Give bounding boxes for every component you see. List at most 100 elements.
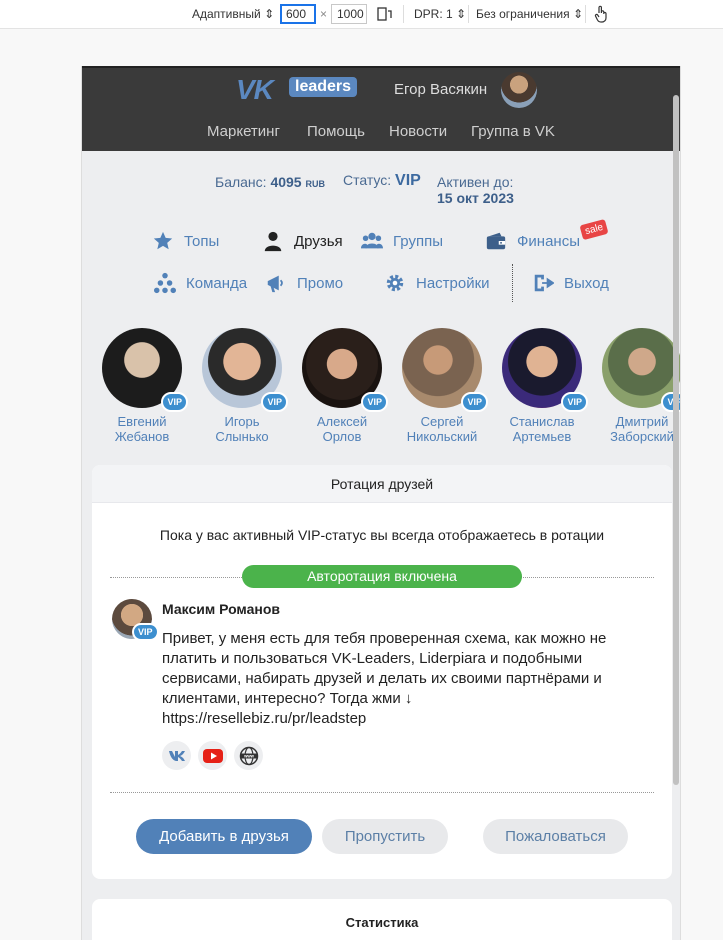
divider: [110, 792, 654, 793]
active-until: Активен до: 15 окт 2023: [437, 174, 514, 206]
menu-settings-label: Настройки: [416, 274, 490, 292]
friend-card[interactable]: VIP Евгений Жебанов: [92, 328, 192, 444]
width-input[interactable]: 600: [280, 4, 316, 24]
friend-avatar: VIP: [202, 328, 288, 412]
dpr-label: DPR: 1: [414, 7, 453, 21]
menu-tops-label: Топы: [184, 232, 220, 250]
wallet-icon: [486, 232, 506, 250]
touch-icon[interactable]: [594, 5, 608, 26]
active-label: Активен до:: [437, 174, 514, 190]
logo-badge[interactable]: leaders: [289, 77, 358, 97]
friend-card[interactable]: VIP Станислав Артемьев: [492, 328, 592, 444]
balance-label: Баланс:: [215, 174, 267, 190]
balance: Баланс: 4095 RUB: [215, 174, 325, 190]
menu-promo-label: Промо: [297, 274, 344, 292]
menu-logout[interactable]: Выход: [532, 272, 609, 294]
rotate-icon[interactable]: [377, 7, 393, 24]
friend-avatar: VIP: [602, 328, 680, 412]
nav-marketing[interactable]: Маркетинг: [207, 123, 280, 140]
menu-tops[interactable]: Топы: [152, 230, 219, 252]
device-select[interactable]: Адаптивный ⇕: [192, 7, 274, 21]
skip-button[interactable]: Пропустить: [322, 819, 448, 854]
menu-friends[interactable]: Друзья: [262, 230, 343, 252]
nav-help[interactable]: Помощь: [307, 123, 365, 140]
friend-name: Алексей Орлов: [316, 414, 368, 444]
rotation-title: Ротация друзей: [92, 465, 672, 503]
user-avatar[interactable]: [501, 72, 537, 108]
menu-groups[interactable]: Группы: [361, 230, 443, 252]
friend-avatar: VIP: [502, 328, 588, 412]
rotation-info: Пока у вас активный VIP-статус вы всегда…: [159, 527, 605, 543]
friend-card[interactable]: VIP Алексей Орлов: [292, 328, 392, 444]
balance-value: 4095: [270, 174, 302, 190]
height-input[interactable]: 1000: [331, 4, 367, 24]
vip-badge: VIP: [461, 392, 488, 412]
vip-badge: VIP: [261, 392, 288, 412]
vip-badge: VIP: [561, 392, 588, 412]
megaphone-icon: [267, 275, 283, 293]
post-link[interactable]: https://resellebiz.ru/pr/leadstep: [162, 710, 366, 727]
scrollbar-thumb[interactable]: [673, 95, 679, 785]
add-friend-button[interactable]: Добавить в друзья: [136, 819, 312, 854]
friend-avatar: VIP: [402, 328, 488, 412]
site-viewport: VK leaders Егор Васякин Маркетинг Помощь…: [81, 66, 681, 940]
friend-name: Игорь Слынько: [215, 414, 269, 444]
vk-link[interactable]: [162, 741, 191, 770]
divider: [585, 5, 586, 23]
sale-badge: sale: [579, 218, 609, 241]
logo-vk[interactable]: VK: [236, 74, 274, 106]
throttle-label: Без ограничения: [476, 7, 570, 21]
status-label: Статус:: [343, 172, 392, 188]
svg-text:www: www: [243, 753, 255, 758]
logout-icon: [534, 274, 554, 292]
nav-news[interactable]: Новости: [389, 123, 447, 140]
menu-friends-label: Друзья: [294, 232, 343, 250]
updown-icon: ⇕: [264, 7, 275, 21]
devtools-canvas: VK leaders Егор Васякин Маркетинг Помощь…: [0, 29, 723, 940]
user-name[interactable]: Егор Васякин: [394, 81, 487, 98]
gear-icon: [386, 274, 404, 292]
post-body: Привет, у меня есть для тебя проверенная…: [162, 630, 607, 707]
friend-name: Евгений Жебанов: [114, 414, 170, 444]
statistics-card: Статистика: [92, 899, 672, 940]
autorotation-badge: Авторотация включена: [242, 565, 522, 588]
star-icon: [153, 231, 173, 250]
times-icon: ×: [320, 7, 328, 21]
globe-icon: www: [239, 746, 258, 765]
divider: [403, 5, 404, 23]
statistics-title: Статистика: [345, 915, 419, 930]
person-icon: [264, 231, 282, 252]
menu-logout-label: Выход: [564, 274, 609, 292]
friend-avatar: VIP: [302, 328, 388, 412]
nav-vk-group[interactable]: Группа в VK: [471, 123, 555, 140]
menu-finance-label: Финансы: [517, 232, 580, 250]
report-button[interactable]: Пожаловаться: [483, 819, 628, 854]
status: Статус: VIP: [343, 172, 421, 190]
vip-badge: VIP: [361, 392, 388, 412]
vip-badge: VIP: [132, 623, 159, 641]
post-author-name[interactable]: Максим Романов: [162, 601, 280, 617]
site-header: VK leaders Егор Васякин Маркетинг Помощь…: [82, 66, 680, 151]
vip-badge: VIP: [161, 392, 188, 412]
device-label: Адаптивный: [192, 7, 261, 21]
balance-currency: RUB: [305, 179, 326, 189]
friend-card[interactable]: VIP Сергей Никольский: [392, 328, 492, 444]
rotation-card: Ротация друзей Пока у вас активный VIP-с…: [92, 465, 672, 879]
youtube-link[interactable]: [198, 741, 227, 770]
updown-icon: ⇕: [572, 7, 584, 21]
throttle-select[interactable]: Без ограничения ⇕: [476, 7, 583, 21]
vk-icon: [168, 750, 185, 761]
scrollbar[interactable]: [672, 95, 680, 785]
dpr-select[interactable]: DPR: 1 ⇕: [414, 7, 466, 21]
updown-icon: ⇕: [456, 7, 467, 21]
menu-divider: [512, 264, 513, 302]
post-text: Привет, у меня есть для тебя проверенная…: [162, 629, 642, 729]
friend-name: Сергей Никольский: [406, 414, 478, 444]
menu-finance[interactable]: Финансы: [485, 230, 580, 252]
menu-settings[interactable]: Настройки: [384, 272, 490, 294]
menu-team[interactable]: Команда: [154, 272, 247, 294]
website-link[interactable]: www: [234, 741, 263, 770]
friend-card[interactable]: VIP ДмитрийЗаборский: [592, 328, 680, 444]
menu-promo[interactable]: Промо: [265, 272, 343, 294]
friend-card[interactable]: VIP Игорь Слынько: [192, 328, 292, 444]
